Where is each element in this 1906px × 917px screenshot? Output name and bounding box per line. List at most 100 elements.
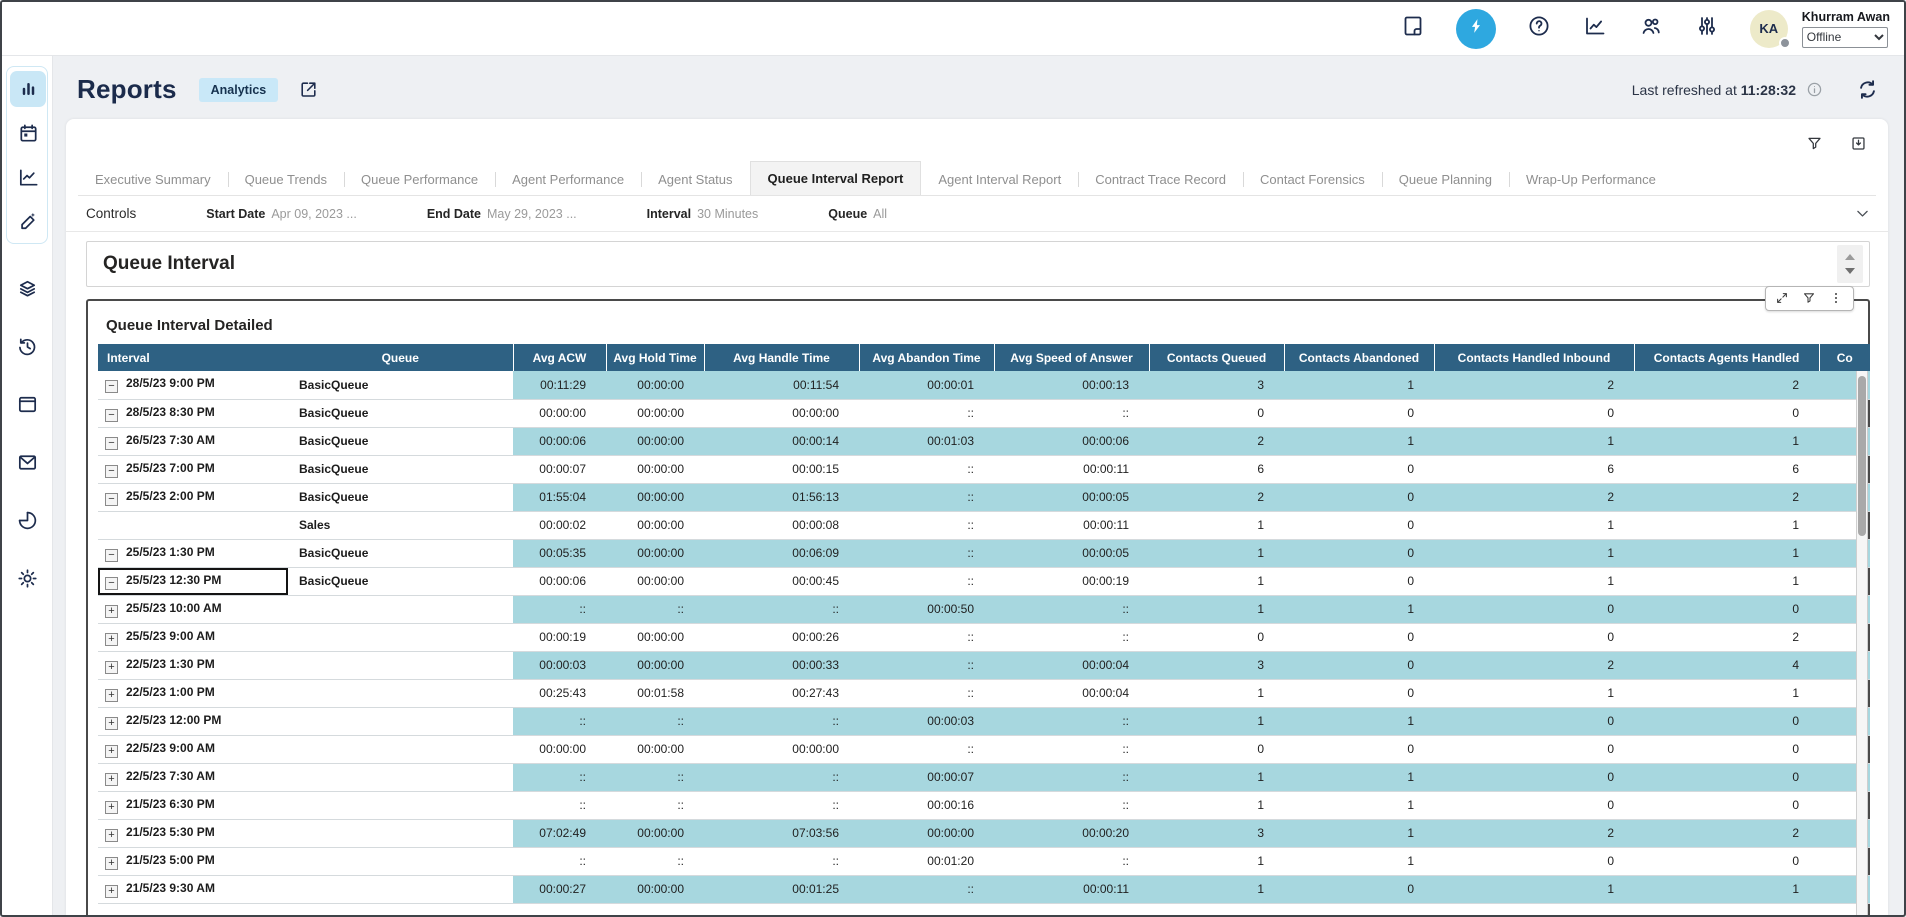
value-cell[interactable]: 00:00:00 bbox=[513, 399, 606, 427]
value-cell[interactable]: 00:00:02 bbox=[513, 511, 606, 539]
value-cell[interactable]: 00:00:00 bbox=[513, 735, 606, 763]
avatar[interactable]: KA bbox=[1750, 10, 1788, 48]
value-cell[interactable]: 00:00:06 bbox=[994, 427, 1149, 455]
value-cell[interactable]: 1 bbox=[1434, 875, 1634, 903]
column-header-avg-abandon-time[interactable]: Avg Abandon Time bbox=[859, 344, 994, 371]
sidebar-item-brush-icon[interactable] bbox=[10, 203, 46, 239]
interval-cell[interactable]: +21/5/23 6:30 PM bbox=[98, 791, 288, 819]
focus-mode-icon[interactable] bbox=[1775, 291, 1790, 306]
value-cell[interactable]: 00:00:06 bbox=[513, 567, 606, 595]
tab-wrap-up-performance[interactable]: Wrap-Up Performance bbox=[1509, 164, 1673, 195]
sidebar-item-pie-icon[interactable] bbox=[9, 502, 45, 538]
value-cell[interactable]: 1 bbox=[1149, 847, 1284, 875]
interval-cell[interactable]: +22/5/23 7:30 AM bbox=[98, 763, 288, 791]
table-row[interactable]: +21/5/23 5:30 PM07:02:4900:00:0007:03:56… bbox=[98, 819, 1870, 847]
table-row[interactable]: +22/5/23 9:00 AM00:00:0000:00:0000:00:00… bbox=[98, 735, 1870, 763]
queue-cell[interactable]: BasicQueue bbox=[288, 539, 513, 567]
value-cell[interactable]: 1 bbox=[1634, 875, 1819, 903]
users-icon[interactable] bbox=[1638, 16, 1664, 42]
queue-cell[interactable] bbox=[288, 791, 513, 819]
note-icon[interactable] bbox=[1400, 16, 1426, 42]
value-cell[interactable]: 00:00:50 bbox=[859, 595, 994, 623]
value-cell[interactable]: 1 bbox=[1634, 567, 1819, 595]
sliders-icon[interactable] bbox=[1694, 16, 1720, 42]
help-icon[interactable] bbox=[1526, 16, 1552, 42]
queue-cell[interactable] bbox=[288, 707, 513, 735]
collapse-icon[interactable]: − bbox=[105, 549, 118, 562]
value-cell[interactable]: :: bbox=[606, 791, 704, 819]
queue-cell[interactable] bbox=[288, 651, 513, 679]
value-cell[interactable]: 0 bbox=[1284, 623, 1434, 651]
value-cell[interactable]: 00:00:00 bbox=[606, 875, 704, 903]
value-cell[interactable]: 00:00:15 bbox=[704, 455, 859, 483]
refresh-icon[interactable] bbox=[1856, 78, 1880, 102]
value-cell[interactable]: 0 bbox=[1434, 623, 1634, 651]
value-cell[interactable]: :: bbox=[859, 875, 994, 903]
value-cell[interactable]: 00:00:00 bbox=[704, 735, 859, 763]
value-cell[interactable]: :: bbox=[513, 595, 606, 623]
value-cell[interactable]: :: bbox=[513, 707, 606, 735]
tab-queue-performance[interactable]: Queue Performance bbox=[344, 164, 495, 195]
expand-icon[interactable]: + bbox=[105, 829, 118, 842]
value-cell[interactable]: :: bbox=[704, 595, 859, 623]
filter-icon[interactable] bbox=[1806, 135, 1824, 153]
value-cell[interactable]: 0 bbox=[1434, 763, 1634, 791]
expand-icon[interactable]: + bbox=[105, 745, 118, 758]
interval-cell[interactable] bbox=[98, 511, 288, 539]
value-cell[interactable]: :: bbox=[513, 763, 606, 791]
value-cell[interactable]: 00:00:00 bbox=[606, 539, 704, 567]
more-options-icon[interactable] bbox=[1829, 291, 1844, 306]
value-cell[interactable]: 2 bbox=[1149, 427, 1284, 455]
value-cell[interactable]: 00:00:03 bbox=[859, 707, 994, 735]
value-cell[interactable]: 0 bbox=[1634, 791, 1819, 819]
expand-icon[interactable]: + bbox=[105, 661, 118, 674]
interval-cell[interactable]: −25/5/23 1:30 PM bbox=[98, 539, 288, 567]
value-cell[interactable]: :: bbox=[704, 707, 859, 735]
queue-cell[interactable]: BasicQueue bbox=[288, 427, 513, 455]
expand-icon[interactable]: + bbox=[105, 717, 118, 730]
value-cell[interactable]: :: bbox=[704, 847, 859, 875]
expand-icon[interactable]: + bbox=[105, 605, 118, 618]
value-cell[interactable]: 3 bbox=[1149, 371, 1284, 399]
scroll-spinner[interactable] bbox=[1837, 245, 1863, 283]
interval-cell[interactable]: −28/5/23 9:00 PM bbox=[98, 371, 288, 399]
table-row[interactable]: +22/5/23 12:00 PM::::::00:00:03::1100 bbox=[98, 707, 1870, 735]
value-cell[interactable]: 00:00:00 bbox=[606, 427, 704, 455]
value-cell[interactable]: :: bbox=[606, 595, 704, 623]
value-cell[interactable]: 01:55:04 bbox=[513, 483, 606, 511]
value-cell[interactable]: 00:01:03 bbox=[859, 427, 994, 455]
queue-cell[interactable] bbox=[288, 595, 513, 623]
value-cell[interactable]: 07:03:56 bbox=[704, 819, 859, 847]
value-cell[interactable]: 0 bbox=[1284, 679, 1434, 707]
tab-contract-trace-record[interactable]: Contract Trace Record bbox=[1078, 164, 1243, 195]
value-cell[interactable]: 1 bbox=[1149, 707, 1284, 735]
value-cell[interactable]: 00:00:00 bbox=[606, 651, 704, 679]
value-cell[interactable]: 00:00:07 bbox=[859, 763, 994, 791]
sidebar-item-bar-chart-icon[interactable] bbox=[10, 71, 46, 107]
value-cell[interactable]: 00:00:13 bbox=[994, 371, 1149, 399]
value-cell[interactable]: 00:00:19 bbox=[994, 567, 1149, 595]
value-cell[interactable]: 0 bbox=[1634, 763, 1819, 791]
value-cell[interactable]: 00:00:33 bbox=[704, 651, 859, 679]
expand-icon[interactable]: + bbox=[105, 857, 118, 870]
download-icon[interactable] bbox=[1850, 135, 1868, 153]
column-header-contacts-handled-inbound[interactable]: Contacts Handled Inbound bbox=[1434, 344, 1634, 371]
column-header-avg-hold-time[interactable]: Avg Hold Time bbox=[606, 344, 704, 371]
value-cell[interactable]: 0 bbox=[1634, 399, 1819, 427]
tab-agent-status[interactable]: Agent Status bbox=[641, 164, 749, 195]
interval-cell[interactable]: −26/5/23 7:30 AM bbox=[98, 427, 288, 455]
value-cell[interactable]: 00:00:08 bbox=[704, 511, 859, 539]
interval-cell[interactable]: +21/5/23 9:30 AM bbox=[98, 875, 288, 903]
value-cell[interactable]: :: bbox=[513, 847, 606, 875]
value-cell[interactable]: 00:00:00 bbox=[606, 399, 704, 427]
value-cell[interactable]: :: bbox=[859, 399, 994, 427]
value-cell[interactable]: :: bbox=[513, 791, 606, 819]
value-cell[interactable]: 2 bbox=[1634, 623, 1819, 651]
sidebar-item-layers-icon[interactable] bbox=[9, 270, 45, 306]
value-cell[interactable]: 1 bbox=[1149, 763, 1284, 791]
column-header-avg-speed-of-answer[interactable]: Avg Speed of Answer bbox=[994, 344, 1149, 371]
column-header-avg-acw[interactable]: Avg ACW bbox=[513, 344, 606, 371]
value-cell[interactable]: 00:00:01 bbox=[859, 371, 994, 399]
value-cell[interactable]: 1 bbox=[1149, 791, 1284, 819]
filter-end-date[interactable]: End DateMay 29, 2023 ... bbox=[427, 207, 577, 221]
